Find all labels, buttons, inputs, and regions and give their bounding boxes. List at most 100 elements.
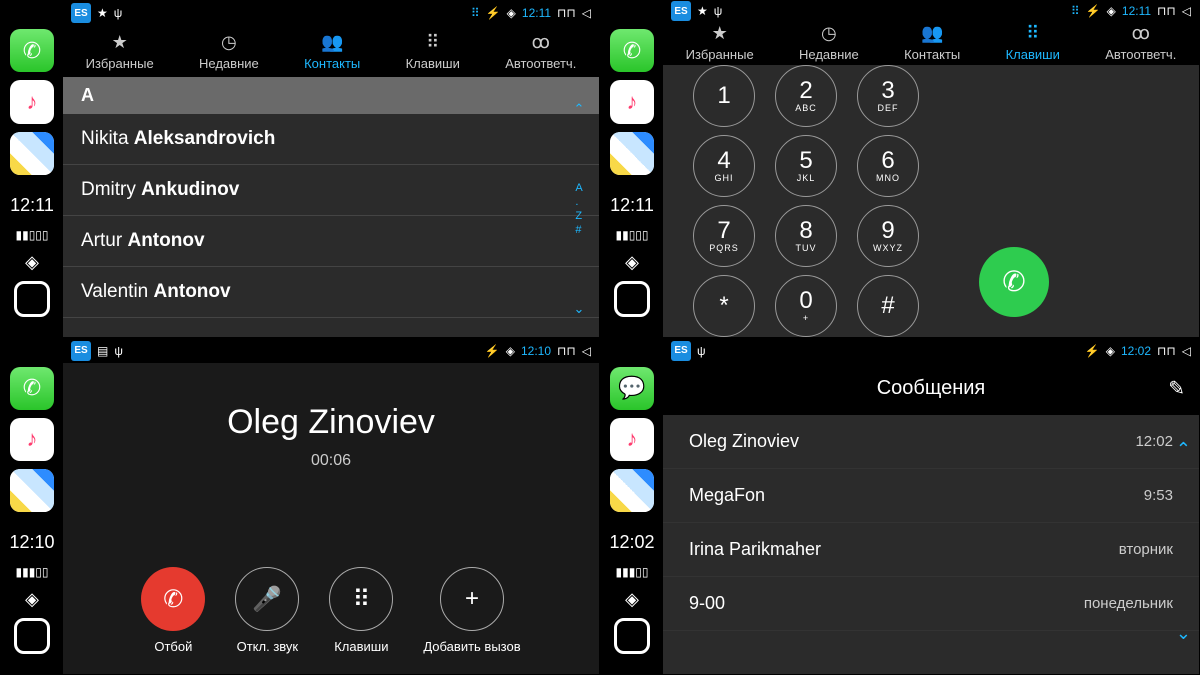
message-row[interactable]: MegaFon9:53 [663,469,1199,523]
add-call-action[interactable]: +Добавить вызов [423,567,520,654]
message-row[interactable]: Irina Parikmaherвторник [663,523,1199,577]
key-8[interactable]: 8TUV [775,205,837,267]
back-icon[interactable]: ◁ [582,344,591,358]
key-6[interactable]: 6MNO [857,135,919,197]
phone-app-icon[interactable]: ✆ [10,367,54,410]
message-row[interactable]: 9-00понедельник [663,577,1199,631]
contact-row[interactable]: Dmitry Ankudinov [63,165,599,216]
contact-row[interactable]: Artur Antonov [63,216,599,267]
content: ES ψ ⚡ ◈ 12:02 ⊓⊓ ◁ Сообщения ✎ Oleg Zin… [663,339,1199,675]
messages-app-icon[interactable]: 💬 [610,367,654,410]
sidebar-clock: 12:02 [609,532,654,553]
clock-icon: ◷ [821,23,837,44]
music-app-icon[interactable]: ♪ [610,418,654,461]
key-4[interactable]: 4GHI [693,135,755,197]
dialpad-status-icon: ⠿ [1071,4,1080,18]
sidebar: ✆ ♪ 12:11 ▮▮▯▯▯ ◈ [1,1,63,337]
alpha-index[interactable]: ⌃ A . Z # ⌄ [567,101,591,317]
maps-app-icon[interactable] [10,469,54,512]
tabs: ★Избранные ◷Недавние 👥Контакты ⠿Клавиши … [663,21,1199,64]
music-app-icon[interactable]: ♪ [10,80,54,123]
key-9[interactable]: 9WXYZ [857,205,919,267]
dialpad: 1 2ABC 3DEF 4GHI 5JKL 6MNO 7PQRS 8TUV 9WXYZ * 0+ # [693,65,919,337]
usb-icon: ψ [114,344,123,358]
statusbar: ES ψ ⚡ ◈ 12:02 ⊓⊓ ◁ [663,339,1199,363]
compose-icon[interactable]: ✎ [1168,376,1185,401]
contact-row[interactable]: Nikita Aleksandrovich [63,114,599,165]
tab-favorites[interactable]: ★Избранные [86,32,154,71]
tabs: ★Избранные ◷Недавние 👥Контакты ⠿Клавиши … [63,25,599,77]
key-3[interactable]: 3DEF [857,65,919,127]
key-#[interactable]: # [857,275,919,337]
bluetooth-icon: ⚡ [1085,344,1100,358]
chevron-up-icon[interactable]: ⌃ [1176,439,1191,460]
voicemail-icon: ꝏ [1132,23,1150,44]
dialpad-icon: ⠿ [1026,23,1039,44]
home-button[interactable] [614,281,650,317]
screen-incall: ✆ ♪ 12:10 ▮▮▮▯▯ ◈ ES ▤ ψ ⚡ ◈ 12:10 ⊓⊓ ◁ … [0,338,600,675]
chevron-down-icon[interactable]: ⌄ [574,301,585,317]
wifi-icon: ◈ [625,589,639,610]
tab-contacts[interactable]: 👥Контакты [304,32,360,71]
back-icon[interactable]: ◁ [1182,344,1191,358]
people-icon: 👥 [921,23,943,44]
wifi-icon: ◈ [625,252,639,273]
call-button[interactable]: ✆ [979,247,1049,317]
mic-off-icon: 🎤 [235,567,299,631]
status-time: 12:11 [522,6,551,20]
home-button[interactable] [14,618,50,654]
home-button[interactable] [614,618,650,654]
star-icon: ★ [112,32,128,53]
contact-row[interactable]: Valentin Antonov [63,267,599,318]
tab-recents[interactable]: ◷Недавние [799,23,859,62]
voicemail-icon: ꝏ [532,32,550,53]
caller-name: Oleg Zinoviev [227,403,435,442]
section-header: A [63,77,599,114]
call-actions: ✆Отбой 🎤Откл. звук ⠿Клавиши +Добавить вы… [141,567,520,654]
tab-favorites[interactable]: ★Избранные [686,23,754,62]
phone-app-icon[interactable]: ✆ [610,29,654,72]
wifi-status-icon: ◈ [506,344,515,358]
maps-app-icon[interactable] [610,469,654,512]
bluetooth-icon: ⚡ [1086,4,1101,18]
music-app-icon[interactable]: ♪ [610,80,654,123]
back-icon[interactable]: ◁ [1182,4,1191,18]
tab-keypad[interactable]: ⠿Клавиши [406,32,460,71]
content: ES ▤ ψ ⚡ ◈ 12:10 ⊓⊓ ◁ Oleg Zinoviev 00:0… [63,339,599,675]
tab-voicemail[interactable]: ꝏАвтоответч. [505,32,576,71]
wifi-icon: ◈ [25,252,39,273]
chevron-up-icon[interactable]: ⌃ [574,101,585,117]
key-5[interactable]: 5JKL [775,135,837,197]
chevron-down-icon[interactable]: ⌄ [1176,623,1191,644]
wifi-status-icon: ◈ [507,6,516,20]
keypad-action[interactable]: ⠿Клавиши [329,567,393,654]
signal-icon: ▮▮▮▯▯ [15,565,48,579]
back-icon[interactable]: ◁ [582,6,591,20]
key-1[interactable]: 1 [693,65,755,127]
tab-keypad[interactable]: ⠿Клавиши [1006,23,1060,62]
hangup-action[interactable]: ✆Отбой [141,567,205,654]
clock-icon: ◷ [221,32,237,53]
key-7[interactable]: 7PQRS [693,205,755,267]
key-2[interactable]: 2ABC [775,65,837,127]
tab-recents[interactable]: ◷Недавние [199,32,259,71]
status-time: 12:10 [521,344,551,358]
key-*[interactable]: * [693,275,755,337]
key-0[interactable]: 0+ [775,275,837,337]
tab-contacts[interactable]: 👥Контакты [904,23,960,62]
dialpad-icon: ⠿ [426,32,439,53]
phone-app-icon[interactable]: ✆ [10,29,54,72]
star-icon: ★ [697,4,708,18]
music-app-icon[interactable]: ♪ [10,418,54,461]
maps-app-icon[interactable] [10,132,54,175]
star-icon: ★ [712,23,728,44]
bluetooth-icon: ⚡ [486,6,501,20]
tab-voicemail[interactable]: ꝏАвтоответч. [1105,23,1176,62]
statusbar: ES ★ ψ ⠿ ⚡ ◈ 12:11 ⊓⊓ ◁ [63,1,599,25]
screen-contacts: ✆ ♪ 12:11 ▮▮▯▯▯ ◈ ES ★ ψ ⠿ ⚡ ◈ 12:11 ⊓⊓ … [0,0,600,338]
home-button[interactable] [14,281,50,317]
messages-header: Сообщения ✎ [663,363,1199,415]
message-row[interactable]: Oleg Zinoviev12:02 [663,415,1199,469]
mute-action[interactable]: 🎤Откл. звук [235,567,299,654]
maps-app-icon[interactable] [610,132,654,175]
